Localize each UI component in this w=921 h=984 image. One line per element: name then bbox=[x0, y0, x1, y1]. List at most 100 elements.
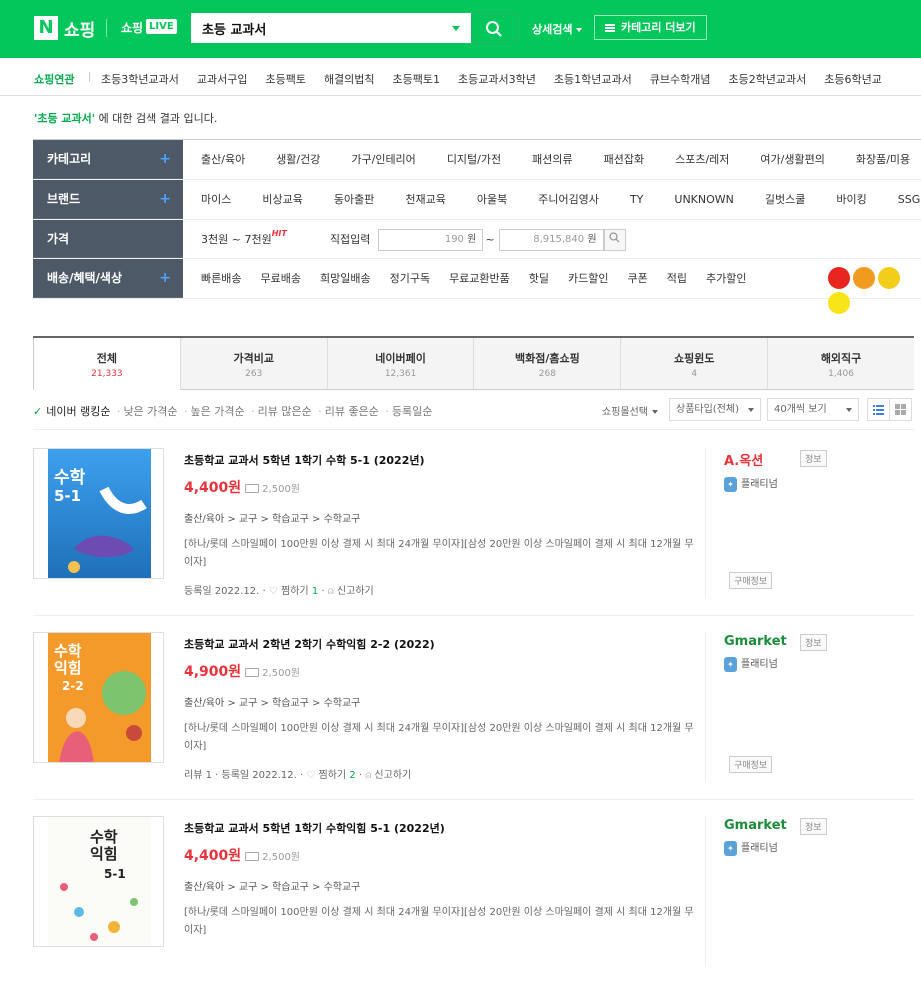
product-thumbnail[interactable]: 수학 5-1 bbox=[33, 448, 164, 579]
filter-option[interactable]: 생활/건강 bbox=[276, 153, 320, 166]
product-title[interactable]: 초등학교 교과서 2학년 2학기 수학익힘 2-2 (2022) bbox=[184, 636, 694, 652]
product-thumbnail[interactable]: 수학 익힘 5-1 bbox=[33, 816, 164, 947]
filter-option[interactable]: 카드할인 bbox=[568, 272, 608, 285]
tab-price-compare[interactable]: 가격비교 263 bbox=[180, 338, 328, 390]
related-keyword[interactable]: 초등팩토1 bbox=[393, 73, 440, 86]
sort-option[interactable]: 높은 가격순 bbox=[191, 405, 245, 418]
color-swatch-orange[interactable] bbox=[853, 267, 875, 290]
filter-option[interactable]: 마이스 bbox=[201, 193, 231, 206]
seller-info-button[interactable]: 정보 bbox=[800, 818, 827, 835]
related-keyword[interactable]: 교과서구입 bbox=[197, 73, 248, 86]
tab-naver-pay[interactable]: 네이버페이 12,361 bbox=[327, 338, 475, 390]
naver-logo-icon[interactable]: N bbox=[34, 16, 58, 40]
product-category[interactable]: 출산/육아 > 교구 > 학습교구 > 수학교구 bbox=[184, 694, 694, 709]
filter-option[interactable]: SSG FO bbox=[898, 193, 921, 206]
related-keyword[interactable]: 초등교과서3학년 bbox=[458, 73, 536, 86]
mall-select[interactable]: 쇼핑몰선택 bbox=[602, 403, 658, 418]
filter-option[interactable]: 주니어김영사 bbox=[538, 193, 599, 206]
zzim-button[interactable]: 찜하기 bbox=[319, 770, 347, 781]
price-range-option[interactable]: 3천원 ~ 7천원HIT bbox=[201, 229, 318, 246]
won-unit: 원 bbox=[587, 233, 597, 245]
category-more-button[interactable]: 카테고리 더보기 bbox=[594, 15, 707, 40]
plus-icon[interactable]: + bbox=[159, 180, 171, 219]
product-title[interactable]: 초등학교 교과서 5학년 1학기 수학 5-1 (2022년) bbox=[184, 452, 694, 468]
filter-brand-header[interactable]: 브랜드 + bbox=[33, 179, 183, 219]
plus-icon[interactable]: + bbox=[159, 140, 171, 179]
filter-option[interactable]: 화장품/미용 bbox=[856, 153, 910, 166]
filter-option[interactable]: 추가할인 bbox=[706, 272, 746, 285]
tab-overseas[interactable]: 해외직구 1,406 bbox=[768, 338, 914, 390]
shopping-live-link[interactable]: 쇼핑 bbox=[121, 19, 143, 36]
seller-info-button[interactable]: 정보 bbox=[800, 634, 827, 651]
related-keyword[interactable]: 초등팩토 bbox=[265, 73, 305, 86]
filter-delivery-header[interactable]: 배송/혜택/색상 + bbox=[33, 259, 183, 298]
filter-option[interactable]: 동아출판 bbox=[334, 193, 374, 206]
related-keyword[interactable]: 초등6학년교 bbox=[824, 73, 882, 86]
filter-option[interactable]: UNKNOWN bbox=[674, 193, 734, 206]
sort-option[interactable]: 낮은 가격순 bbox=[123, 405, 177, 418]
related-keyword[interactable]: 큐브수학개념 bbox=[650, 73, 711, 86]
color-swatch-yellow[interactable] bbox=[878, 267, 900, 290]
min-price-input[interactable]: 190 원 bbox=[378, 228, 484, 251]
related-keyword[interactable]: 초등3학년교과서 bbox=[101, 73, 179, 86]
filter-option[interactable]: 바이킹 bbox=[836, 193, 866, 206]
seller-info-button[interactable]: 정보 bbox=[800, 450, 827, 467]
filter-option[interactable]: 여가/생활편의 bbox=[760, 153, 824, 166]
filter-category-header[interactable]: 카테고리 + bbox=[33, 140, 183, 179]
filter-option[interactable]: 스포츠/레저 bbox=[675, 153, 729, 166]
sort-option[interactable]: 리뷰 좋은순 bbox=[325, 405, 379, 418]
filter-option[interactable]: 천재교육 bbox=[405, 193, 445, 206]
filter-option[interactable]: 적립 bbox=[667, 272, 687, 285]
max-price-input[interactable]: 8,915,840 원 bbox=[498, 228, 604, 251]
price-search-button[interactable] bbox=[603, 228, 626, 251]
filter-option[interactable]: 길벗스쿨 bbox=[765, 193, 805, 206]
report-button[interactable]: 신고하기 bbox=[374, 770, 411, 781]
color-swatch-red[interactable] bbox=[828, 267, 850, 290]
product-category[interactable]: 출산/육아 > 교구 > 학습교구 > 수학교구 bbox=[184, 510, 694, 525]
related-keyword[interactable]: 해결의법칙 bbox=[324, 73, 375, 86]
filter-option[interactable]: 아울북 bbox=[477, 193, 507, 206]
tab-all[interactable]: 전체 21,333 bbox=[33, 338, 181, 390]
sort-option[interactable]: 리뷰 많은순 bbox=[258, 405, 312, 418]
color-swatch-lemon[interactable] bbox=[828, 292, 850, 315]
zzim-button[interactable]: 찜하기 bbox=[281, 586, 309, 597]
product-category[interactable]: 출산/육아 > 교구 > 학습교구 > 수학교구 bbox=[184, 878, 694, 893]
filter-option[interactable]: 무료교환반품 bbox=[449, 272, 510, 285]
search-button[interactable] bbox=[471, 13, 517, 43]
filter-option[interactable]: 패션잡화 bbox=[604, 153, 644, 166]
autocomplete-toggle-icon[interactable] bbox=[452, 26, 460, 31]
purchase-info-button[interactable]: 구매정보 bbox=[729, 572, 773, 589]
per-page-dropdown[interactable]: 40개씩 보기 bbox=[767, 398, 859, 421]
filter-option[interactable]: 정기구독 bbox=[390, 272, 430, 285]
advanced-search-button[interactable]: 상세검색 bbox=[532, 21, 583, 37]
filter-option[interactable]: 무료배송 bbox=[260, 272, 300, 285]
product-title[interactable]: 초등학교 교과서 5학년 1학기 수학익힘 5-1 (2022년) bbox=[184, 820, 694, 836]
filter-option[interactable]: 쿠폰 bbox=[628, 272, 648, 285]
list-view-button[interactable] bbox=[867, 398, 890, 421]
report-button[interactable]: 신고하기 bbox=[337, 586, 374, 597]
sort-option[interactable]: 등록일순 bbox=[392, 405, 432, 418]
tab-department-store[interactable]: 백화점/홈쇼핑 268 bbox=[474, 338, 622, 390]
related-keyword[interactable]: 초등1학년교과서 bbox=[554, 73, 632, 86]
filter-option[interactable]: 핫딜 bbox=[529, 272, 549, 285]
filter-option[interactable]: 희망일배송 bbox=[320, 272, 371, 285]
related-keyword[interactable]: 초등2학년교과서 bbox=[728, 73, 806, 86]
product-type-dropdown[interactable]: 상품타입(전체) bbox=[669, 398, 761, 421]
plus-icon[interactable]: + bbox=[159, 259, 171, 298]
filter-option[interactable]: 비상교육 bbox=[262, 193, 302, 206]
sort-ranking[interactable]: 네이버 랭킹순 bbox=[46, 405, 110, 418]
grid-view-button[interactable] bbox=[889, 398, 912, 421]
product-thumbnail[interactable]: 수학 익힘 2-2 bbox=[33, 632, 164, 763]
tab-shopping-window[interactable]: 쇼핑윈도 4 bbox=[621, 338, 769, 390]
filter-option[interactable]: 출산/육아 bbox=[201, 153, 245, 166]
filter-option[interactable]: 가구/인테리어 bbox=[351, 153, 415, 166]
purchase-info-button[interactable]: 구매정보 bbox=[729, 756, 773, 773]
filter-option[interactable]: 디지털/가전 bbox=[447, 153, 501, 166]
filter-option[interactable]: 패션의류 bbox=[532, 153, 572, 166]
filter-option[interactable]: TY bbox=[630, 193, 643, 206]
live-badge[interactable]: LIVE bbox=[146, 19, 177, 34]
shopping-logo[interactable]: 쇼핑 bbox=[64, 16, 95, 41]
filter-option[interactable]: 빠른배송 bbox=[201, 272, 241, 285]
search-input[interactable] bbox=[192, 14, 442, 42]
review-count[interactable]: 리뷰 1 bbox=[184, 770, 212, 781]
